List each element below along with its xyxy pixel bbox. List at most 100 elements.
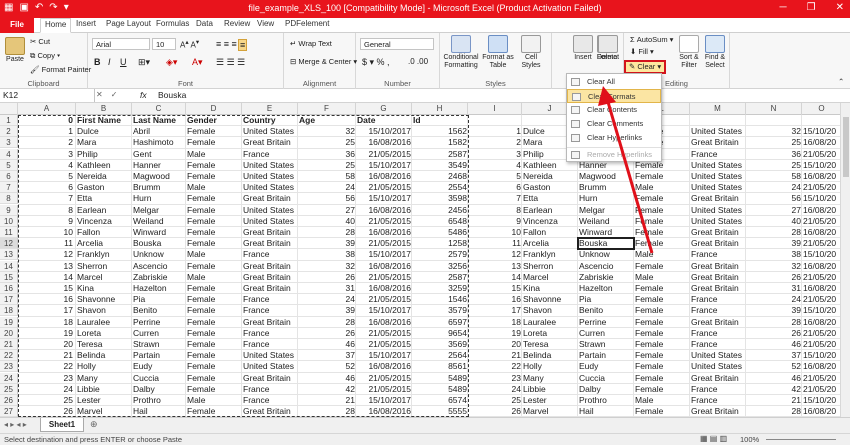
align-left-icon[interactable]: ☰ ☰ ☰ (216, 57, 245, 68)
cell-copy-date[interactable]: 15/10/20 (802, 249, 840, 260)
cell-copy-date[interactable]: 15/10/20 (802, 193, 840, 204)
cell-copy-index[interactable]: 3 (468, 149, 522, 160)
cell-copy-age[interactable]: 21 (746, 395, 802, 406)
cell-g1[interactable]: Date (356, 115, 412, 126)
sort-filter-button[interactable]: Sort & Filter (676, 35, 702, 70)
row-header-6[interactable]: 6 (0, 171, 18, 182)
cell-copy-date[interactable]: 15/10/20 (802, 395, 840, 406)
cell-copy-country[interactable]: Great Britain (690, 137, 746, 148)
cell-first-name[interactable]: Arcelia (76, 238, 132, 249)
cell-copy-date[interactable]: 21/05/20 (802, 373, 840, 384)
cell-first-name[interactable]: Loreta (76, 328, 132, 339)
cell-age[interactable]: 56 (298, 193, 356, 204)
row-header-19[interactable]: 19 (0, 316, 18, 328)
cell-copy-gender[interactable]: Female (634, 406, 690, 417)
cell-copy-date[interactable]: 21/05/20 (802, 384, 840, 395)
cell-date[interactable]: 15/10/2017 (356, 160, 412, 171)
cell-copy-date[interactable]: 16/08/20 (802, 261, 840, 272)
cell-age[interactable]: 52 (298, 361, 356, 372)
cell-copy-date[interactable]: 16/08/20 (802, 227, 840, 238)
cell-a[interactable]: 13 (18, 261, 74, 272)
fill-button[interactable]: ⬇ Fill ▾ (630, 47, 654, 56)
cell-copy-last-name[interactable]: Magwood (578, 171, 634, 182)
cell-copy-index[interactable]: 23 (468, 373, 522, 384)
cell-country[interactable]: France (242, 339, 298, 350)
cell-last-name[interactable]: Dalby (132, 384, 186, 395)
cell-copy-first-name[interactable]: Arcelia (522, 238, 578, 249)
cell-copy-first-name[interactable]: Belinda (522, 350, 578, 361)
cell-copy-age[interactable]: 58 (746, 171, 802, 182)
column-header-f[interactable]: F (298, 103, 356, 115)
select-all-corner[interactable] (0, 103, 18, 115)
cell-age[interactable]: 31 (298, 283, 356, 294)
cell-copy-last-name[interactable]: Perrine (578, 317, 634, 328)
cell-country[interactable]: France (242, 305, 298, 316)
cell-copy-age[interactable]: 26 (746, 272, 802, 283)
cell-id[interactable]: 9654 (412, 328, 468, 339)
cell-last-name[interactable]: Hail (132, 406, 186, 417)
cell-a[interactable]: 14 (18, 272, 74, 283)
cell-copy-gender[interactable]: Female (634, 339, 690, 350)
cell-country[interactable]: United States (242, 182, 298, 193)
cell-first-name[interactable]: Sherron (76, 261, 132, 272)
worksheet-grid[interactable]: ABCDEFGHIJKLMNO 10First NameLast NameGen… (0, 103, 840, 417)
cell-copy-date[interactable]: 15/10/20 (802, 350, 840, 361)
cell-gender[interactable]: Female (186, 238, 242, 249)
row-header-9[interactable]: 9 (0, 204, 18, 216)
cell-a[interactable]: 11 (18, 238, 74, 249)
cell-copy-age[interactable]: 25 (746, 160, 802, 171)
name-box[interactable]: K12 (0, 89, 95, 102)
cell-id[interactable]: 3598 (412, 193, 468, 204)
cell-id[interactable]: 5486 (412, 227, 468, 238)
cell-country[interactable]: United States (242, 205, 298, 216)
cell-country[interactable]: Great Britain (242, 261, 298, 272)
align-top-icon[interactable]: ≡ ≡ ≡ (216, 39, 237, 49)
cell-last-name[interactable]: Pia (132, 294, 186, 305)
cell-country[interactable]: Great Britain (242, 317, 298, 328)
cell-copy-date[interactable]: 21/05/20 (802, 339, 840, 350)
cell-copy-index[interactable]: 20 (468, 339, 522, 350)
cell-copy-last-name[interactable]: Eudy (578, 361, 634, 372)
cell-a[interactable]: 16 (18, 294, 74, 305)
cell-copy-gender[interactable]: Female (634, 193, 690, 204)
cell-country[interactable]: France (242, 395, 298, 406)
cell-copy-age[interactable]: 28 (746, 317, 802, 328)
row-header-15[interactable]: 15 (0, 271, 18, 283)
cell-date[interactable]: 15/10/2017 (356, 350, 412, 361)
cell-country[interactable]: Great Britain (242, 283, 298, 294)
conditional-formatting-button[interactable]: Conditional Formatting (442, 35, 480, 70)
tab-page-layout[interactable]: Page Layout (106, 19, 151, 28)
cell-gender[interactable]: Female (186, 406, 242, 417)
cell-id[interactable]: 2554 (412, 182, 468, 193)
cell-gender[interactable]: Female (186, 283, 242, 294)
cell-age[interactable]: 26 (298, 272, 356, 283)
cell-copy-first-name[interactable]: Nereida (522, 171, 578, 182)
cell-copy-gender[interactable]: Female (634, 171, 690, 182)
cell-copy-index[interactable]: 18 (468, 317, 522, 328)
underline-icon[interactable]: U (120, 57, 127, 67)
cell-copy-last-name[interactable]: Prothro (578, 395, 634, 406)
cell-copy-age[interactable]: 39 (746, 305, 802, 316)
cell-copy-age[interactable]: 37 (746, 350, 802, 361)
cell-copy-gender[interactable]: Female (634, 305, 690, 316)
cell-gender[interactable]: Male (186, 249, 242, 260)
cell-copy-country[interactable]: Great Britain (690, 317, 746, 328)
cell-last-name[interactable]: Benito (132, 305, 186, 316)
cell-copy-country[interactable]: Great Britain (690, 227, 746, 238)
cell-id[interactable]: 2587 (412, 272, 468, 283)
cell-first-name[interactable]: Belinda (76, 350, 132, 361)
cell-copy-index[interactable]: 10 (468, 227, 522, 238)
cell-country[interactable]: United States (242, 216, 298, 227)
cell-a[interactable]: 23 (18, 373, 74, 384)
cell-date[interactable]: 16/08/2016 (356, 171, 412, 182)
cell-last-name[interactable]: Prothro (132, 395, 186, 406)
italic-icon[interactable]: I (108, 57, 111, 67)
cell-date[interactable]: 21/05/2015 (356, 216, 412, 227)
sheet-tab[interactable]: Sheet1 (40, 418, 84, 432)
cell-gender[interactable]: Female (186, 193, 242, 204)
cell-date[interactable]: 15/10/2017 (356, 126, 412, 137)
cell-first-name[interactable]: Earlean (76, 205, 132, 216)
cell-gender[interactable]: Male (186, 272, 242, 283)
menu-clear-all[interactable]: Clear All (567, 75, 661, 89)
cell-styles-button[interactable]: Cell Styles (516, 35, 546, 70)
